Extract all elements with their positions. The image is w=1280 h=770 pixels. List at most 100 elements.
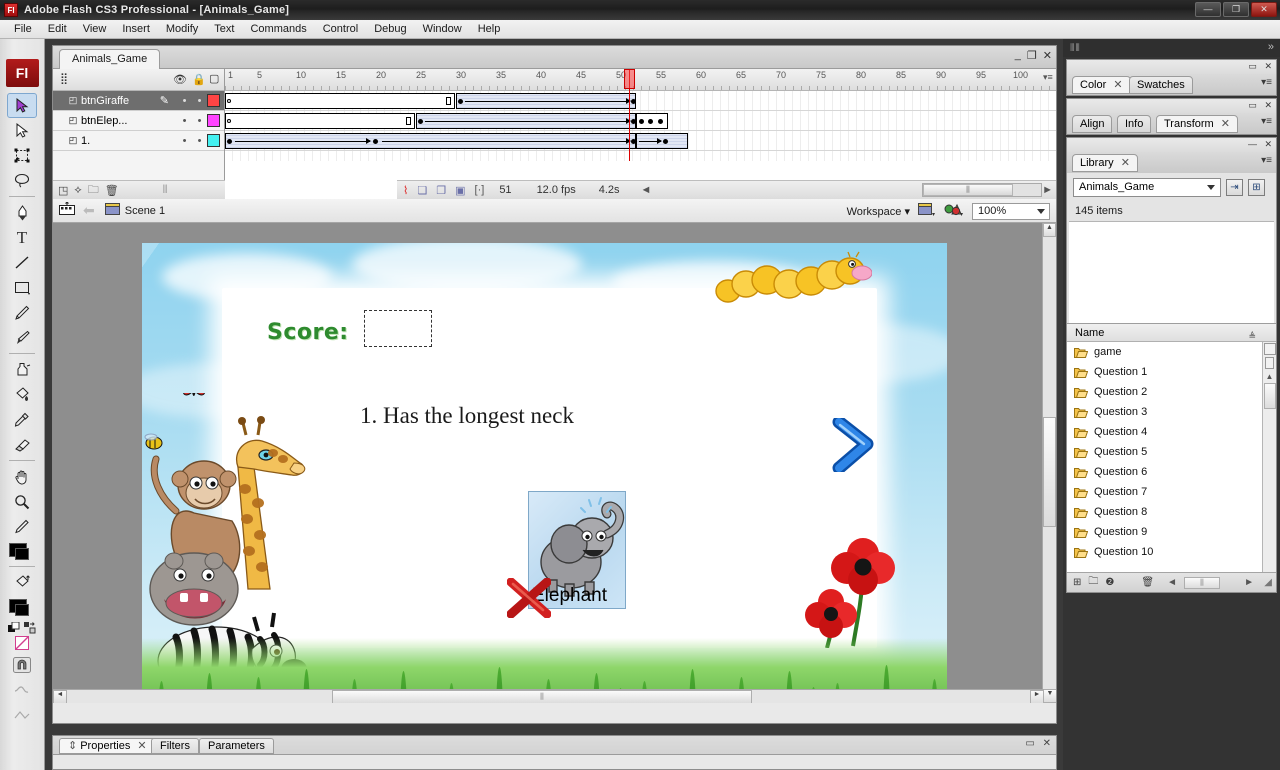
add-motion-guide-icon[interactable]: ⟡	[74, 184, 81, 197]
menu-edit[interactable]: Edit	[40, 21, 75, 37]
new-folder-icon[interactable]: 🗀	[1088, 574, 1098, 591]
timeline-scroll-thumb[interactable]: ⫼	[923, 184, 1013, 196]
tab-library[interactable]: Library ✕	[1072, 154, 1138, 172]
transform-panel-menu-icon[interactable]: ▾≡	[1261, 116, 1272, 127]
scroll-down-button[interactable]: ▼	[1043, 689, 1056, 703]
list-item[interactable]: Question 1	[1067, 362, 1276, 382]
frame-span-static[interactable]	[225, 113, 415, 129]
menu-view[interactable]: View	[75, 21, 115, 37]
color-close-button[interactable]: ✕	[1264, 61, 1272, 71]
library-tab-close[interactable]: ✕	[1121, 157, 1130, 169]
no-color-icon[interactable]	[7, 634, 37, 652]
list-item[interactable]: Question 6	[1067, 462, 1276, 482]
tab-transform[interactable]: Transform ✕	[1156, 115, 1238, 133]
maximize-button[interactable]: ❐	[1223, 2, 1249, 17]
layer-name-btngiraffe[interactable]: btnGiraffe	[81, 95, 160, 107]
library-column-header-name[interactable]: Name ≜	[1067, 323, 1276, 342]
library-panel-menu-icon[interactable]: ▾≡	[1261, 155, 1272, 166]
keyframe[interactable]	[631, 119, 636, 124]
library-collapse-button[interactable]: —	[1248, 139, 1257, 149]
rectangle-tool[interactable]	[7, 275, 37, 300]
menu-file[interactable]: File	[6, 21, 40, 37]
menu-commands[interactable]: Commands	[242, 21, 314, 37]
list-item[interactable]: Question 7	[1067, 482, 1276, 502]
keyframe[interactable]	[658, 119, 663, 124]
color-panel-menu-icon[interactable]: ▾≡	[1261, 77, 1272, 88]
delete-layer-icon[interactable]: 🗑	[105, 184, 119, 197]
color-tab-close[interactable]: ✕	[1113, 79, 1122, 91]
hand-tool[interactable]	[7, 464, 37, 489]
edit-multiple-frames-icon[interactable]: ▣	[455, 184, 465, 197]
score-input-field[interactable]	[364, 310, 432, 347]
tab-properties[interactable]: ⇕ Properties ✕	[59, 738, 156, 754]
list-item[interactable]: Question 8	[1067, 502, 1276, 522]
keyframe-end[interactable]	[631, 99, 636, 104]
timeline-frame-grid[interactable]	[225, 69, 1056, 161]
tab-align[interactable]: Align	[1072, 115, 1113, 133]
stage-horizontal-scrollbar[interactable]: ◄ ⫼ ►	[53, 689, 1044, 703]
scroll-right-icon[interactable]: ►	[1042, 184, 1053, 196]
playhead-marker[interactable]	[624, 69, 635, 89]
list-item[interactable]: Question 10	[1067, 542, 1276, 562]
edit-symbols-icon[interactable]	[944, 203, 964, 220]
dock-grip[interactable]: ⦀⦀ »	[1063, 39, 1280, 57]
stage-vertical-scrollbar[interactable]: ▲ ▼	[1042, 223, 1056, 703]
keyframe[interactable]	[227, 139, 232, 144]
smooth-icon[interactable]	[7, 677, 37, 702]
keyframe[interactable]	[663, 139, 668, 144]
expand-dock-icon[interactable]: »	[1268, 41, 1274, 53]
properties-collapse-button[interactable]: ▭	[1025, 738, 1034, 749]
layer-visibility-toggle[interactable]: •	[177, 115, 192, 127]
resize-grip-icon[interactable]: ◢	[1264, 577, 1272, 588]
close-button[interactable]: ✕	[1251, 2, 1277, 17]
snap-to-objects-icon[interactable]	[7, 652, 37, 677]
modify-onion-markers-icon[interactable]: [·]	[475, 184, 485, 196]
stroke-fill-swatch[interactable]	[7, 541, 37, 563]
stage-hscroll-thumb[interactable]: ⫼	[332, 690, 752, 703]
list-item[interactable]: Question 2	[1067, 382, 1276, 402]
transform-close-button[interactable]: ✕	[1264, 100, 1272, 110]
pencil-tool[interactable]	[7, 300, 37, 325]
tab-swatches[interactable]: Swatches	[1129, 76, 1193, 94]
timeline-horizontal-scrollbar[interactable]: ⫼	[922, 183, 1042, 197]
library-scroll-right-icon[interactable]: ►	[1244, 577, 1254, 588]
keyframe-marker[interactable]	[406, 117, 411, 125]
dock-drag-handle[interactable]: ⦀⦀	[1070, 43, 1081, 54]
selection-tool[interactable]	[7, 93, 37, 118]
next-arrow-icon[interactable]	[831, 418, 877, 472]
menu-insert[interactable]: Insert	[114, 21, 158, 37]
workspace-menu[interactable]: Workspace ▾	[847, 205, 910, 218]
straighten-icon[interactable]	[7, 702, 37, 727]
library-scroll-up-icon[interactable]: ▲	[1263, 372, 1276, 381]
library-scroll-thumb[interactable]	[1263, 383, 1276, 409]
library-wide-view-icon[interactable]	[1263, 343, 1276, 355]
layer-outline-color[interactable]	[207, 114, 220, 127]
layer-outline-color[interactable]	[207, 94, 220, 107]
layer-lock-toggle[interactable]: •	[192, 115, 207, 127]
properties-tab-close[interactable]: ✕	[137, 740, 146, 752]
swap-colors-icon[interactable]	[24, 622, 36, 634]
layer-lock-toggle[interactable]: •	[192, 135, 207, 147]
onion-skin-outlines-icon[interactable]: ❐	[436, 184, 446, 197]
center-frame-icon[interactable]: ⌇	[403, 184, 408, 197]
library-document-select[interactable]: Animals_Game	[1073, 178, 1221, 197]
frame-row-1[interactable]	[225, 131, 1056, 151]
tab-filters[interactable]: Filters	[151, 738, 199, 754]
scene-label[interactable]: Scene 1	[125, 205, 165, 217]
doc-minimize-button[interactable]: _	[1015, 49, 1021, 62]
pin-icon[interactable]: ⇥	[1226, 179, 1243, 196]
free-transform-tool[interactable]	[7, 143, 37, 168]
layer-visibility-toggle[interactable]: •	[177, 95, 192, 107]
library-item-list[interactable]: game Question 1 Question 2 Question 3 Qu…	[1067, 342, 1276, 572]
keyframe[interactable]	[639, 119, 644, 124]
subselection-tool[interactable]	[7, 118, 37, 143]
fill-color-swatch[interactable]	[7, 597, 37, 619]
lock-icon[interactable]: 🔒	[192, 73, 206, 86]
list-item[interactable]: Question 9	[1067, 522, 1276, 542]
frame-row-btngiraffe[interactable]	[225, 91, 1056, 111]
new-layer-icon[interactable]: ◳	[58, 184, 68, 197]
keyframe[interactable]	[373, 139, 378, 144]
timeline-column-grip[interactable]: ⦀	[163, 184, 168, 197]
timeline-menu-icon[interactable]: ▾≡	[1043, 72, 1053, 83]
eye-icon[interactable]: 👁	[173, 73, 187, 86]
